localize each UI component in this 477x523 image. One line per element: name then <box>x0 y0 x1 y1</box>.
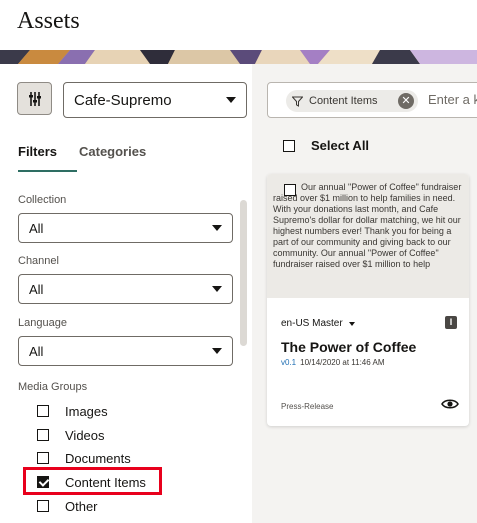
filter-chip-label: Content Items <box>309 95 378 107</box>
banner-pattern <box>0 50 477 64</box>
sliders-icon <box>28 91 41 106</box>
card-date: 10/14/2020 at 11:46 AM <box>300 358 385 367</box>
select-all-checkbox[interactable] <box>283 139 295 152</box>
media-group-label: Images <box>65 403 108 419</box>
media-group-documents[interactable]: Documents <box>37 448 131 468</box>
collection-label: Collection <box>18 194 67 206</box>
card-preview-text: Our annual "Power of Coffee" fundraiser … <box>273 182 462 269</box>
chevron-down-icon <box>226 97 236 103</box>
media-group-label: Documents <box>65 450 131 466</box>
channel-select[interactable]: All <box>18 274 233 304</box>
select-all-label: Select All <box>311 138 370 153</box>
chevron-down-icon <box>212 348 222 354</box>
filter-scrollbar[interactable] <box>240 200 247 346</box>
info-badge-icon: I <box>445 316 457 329</box>
media-group-images[interactable]: Images <box>37 401 108 421</box>
page-title: Assets <box>17 8 80 34</box>
documents-checkbox[interactable] <box>37 452 49 464</box>
media-group-label: Other <box>65 498 98 514</box>
language-select[interactable]: All <box>18 336 233 366</box>
images-checkbox[interactable] <box>37 405 49 417</box>
select-all[interactable]: Select All <box>283 138 369 153</box>
page-header: Assets <box>0 0 477 52</box>
active-tab-indicator <box>18 170 77 172</box>
eye-icon <box>441 399 459 409</box>
tab-filters[interactable]: Filters <box>18 144 57 159</box>
search-bar[interactable]: Content Items ✕ <box>267 82 477 118</box>
card-type: Press-Release <box>281 402 334 411</box>
filter-chip[interactable]: Content Items ✕ <box>286 90 418 112</box>
card-version[interactable]: v0.1 <box>281 358 296 367</box>
media-group-videos[interactable]: Videos <box>37 425 105 445</box>
collection-select-value: All <box>29 220 44 236</box>
funnel-icon <box>292 96 303 107</box>
results-panel: Content Items ✕ Select All Our annual "P… <box>252 64 477 523</box>
chevron-down-icon <box>348 321 355 326</box>
highlight-box <box>23 467 162 495</box>
card-preview: Our annual "Power of Coffee" fundraiser … <box>267 174 469 298</box>
media-group-label: Videos <box>65 427 105 443</box>
language-label: Language <box>18 317 67 329</box>
card-title[interactable]: The Power of Coffee <box>281 339 416 355</box>
repository-select[interactable]: Cafe-Supremo <box>63 82 247 118</box>
language-select-value: All <box>29 343 44 359</box>
channel-select-value: All <box>29 281 44 297</box>
close-icon[interactable]: ✕ <box>398 93 414 109</box>
asset-card[interactable]: Our annual "Power of Coffee" fundraiser … <box>267 174 469 426</box>
search-input[interactable] <box>426 91 477 108</box>
collection-select[interactable]: All <box>18 213 233 243</box>
channel-label: Channel <box>18 255 59 267</box>
card-select-checkbox[interactable] <box>284 184 296 196</box>
chevron-down-icon <box>212 286 222 292</box>
videos-checkbox[interactable] <box>37 429 49 441</box>
language-dropdown[interactable]: en-US Master <box>281 318 355 329</box>
card-language-label: en-US Master <box>281 318 343 329</box>
card-meta: v0.1 10/14/2020 at 11:46 AM <box>281 358 385 367</box>
filter-panel: Cafe-Supremo Filters Categories Collecti… <box>0 64 252 523</box>
other-checkbox[interactable] <box>37 500 49 512</box>
chevron-down-icon <box>212 225 222 231</box>
repository-select-value: Cafe-Supremo <box>74 91 172 109</box>
tab-categories[interactable]: Categories <box>79 144 159 159</box>
media-groups-label: Media Groups <box>18 381 88 393</box>
decorative-banner <box>0 50 477 64</box>
preview-button[interactable] <box>441 396 459 412</box>
media-group-other[interactable]: Other <box>37 496 98 516</box>
filter-toggle-button[interactable] <box>17 82 52 115</box>
